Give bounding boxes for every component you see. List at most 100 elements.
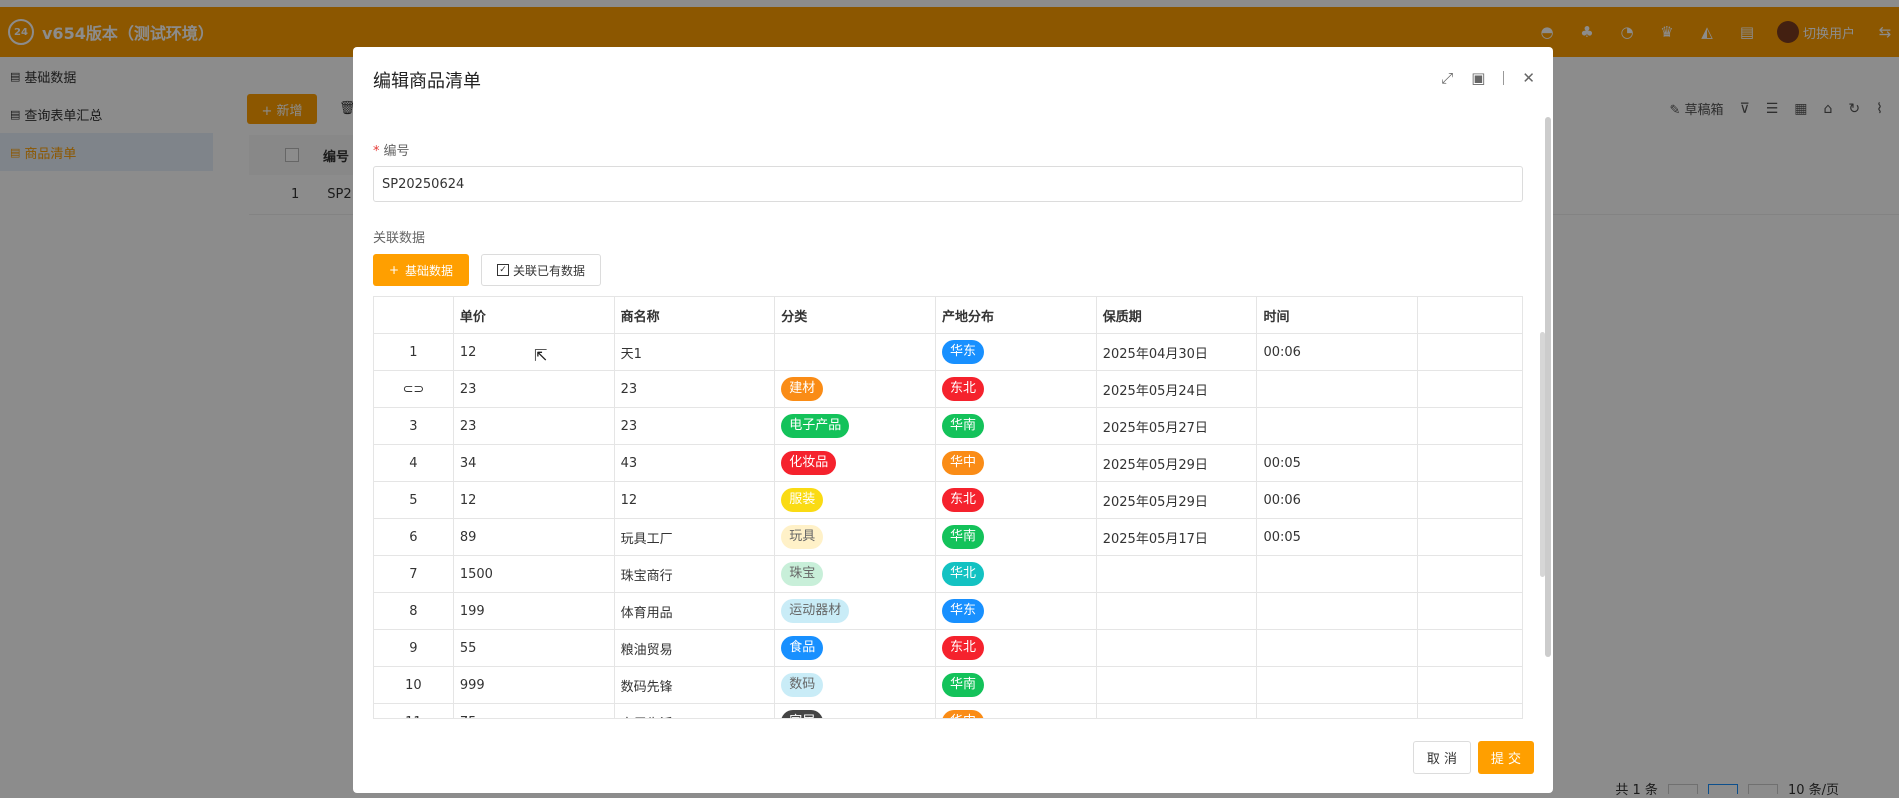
table-row[interactable]: 4 34 43 化妆品 华中 2025年05月29日 00:05	[374, 445, 1522, 482]
category-cell[interactable]: 家居	[775, 704, 937, 718]
name-cell[interactable]: 体育用品	[615, 593, 776, 629]
time-cell[interactable]: 00:05	[1257, 445, 1419, 481]
price-cell[interactable]: 34	[454, 445, 615, 481]
extra-cell[interactable]	[1418, 556, 1522, 592]
price-cell[interactable]: 55	[454, 630, 615, 666]
category-cell[interactable]: 运动器材	[775, 593, 937, 629]
row-index[interactable]: 4	[374, 445, 454, 481]
category-cell[interactable]: 化妆品	[775, 445, 937, 481]
time-cell[interactable]	[1257, 371, 1419, 407]
shelf-life-cell[interactable]	[1097, 704, 1258, 718]
row-index[interactable]: 5	[374, 482, 454, 518]
extra-cell[interactable]	[1418, 593, 1522, 629]
category-cell[interactable]: 食品	[775, 630, 937, 666]
time-cell[interactable]	[1257, 704, 1419, 718]
row-index[interactable]: 9	[374, 630, 454, 666]
region-cell[interactable]: 华中	[936, 704, 1097, 718]
table-row[interactable]: 7 1500 珠宝商行 珠宝 华北	[374, 556, 1522, 593]
category-cell[interactable]: 玩具	[775, 519, 937, 555]
shelf-life-cell[interactable]: 2025年05月24日	[1097, 371, 1258, 407]
price-cell[interactable]: 1500	[454, 556, 615, 592]
category-cell[interactable]: 电子产品	[775, 408, 937, 444]
link-existing-data-button[interactable]: ✓ 关联已有数据	[481, 254, 601, 286]
region-cell[interactable]: 华东	[936, 593, 1097, 629]
region-cell[interactable]: 华南	[936, 408, 1097, 444]
close-icon[interactable]: ✕	[1522, 69, 1535, 87]
price-cell[interactable]: 12	[454, 482, 615, 518]
row-index[interactable]: ⊂⊃	[374, 371, 454, 407]
price-cell[interactable]: 89	[454, 519, 615, 555]
name-cell[interactable]: 家居生活	[615, 704, 776, 718]
category-cell[interactable]: 数码	[775, 667, 937, 703]
region-cell[interactable]: 华东	[936, 334, 1097, 370]
shelf-life-cell[interactable]	[1097, 667, 1258, 703]
price-cell[interactable]: 75	[454, 704, 615, 718]
extra-cell[interactable]	[1418, 371, 1522, 407]
time-cell[interactable]: 00:06	[1257, 334, 1419, 370]
region-cell[interactable]: 东北	[936, 371, 1097, 407]
time-cell[interactable]: 00:06	[1257, 482, 1419, 518]
region-cell[interactable]: 华南	[936, 519, 1097, 555]
row-index[interactable]: 1	[374, 334, 454, 370]
name-cell[interactable]: 玩具工厂	[615, 519, 776, 555]
name-cell[interactable]: 粮油贸易	[615, 630, 776, 666]
price-cell[interactable]: 23	[454, 408, 615, 444]
category-cell[interactable]	[775, 334, 937, 370]
row-index[interactable]: 11	[374, 704, 454, 718]
code-input[interactable]	[373, 166, 1523, 202]
region-cell[interactable]: 东北	[936, 482, 1097, 518]
extra-cell[interactable]	[1418, 408, 1522, 444]
row-index[interactable]: 10	[374, 667, 454, 703]
price-cell[interactable]: 199	[454, 593, 615, 629]
price-cell[interactable]: 23	[454, 371, 615, 407]
name-cell[interactable]: 23	[615, 371, 776, 407]
table-row[interactable]: 5 12 12 服装 东北 2025年05月29日 00:06	[374, 482, 1522, 519]
extra-cell[interactable]	[1418, 704, 1522, 718]
time-cell[interactable]	[1257, 556, 1419, 592]
time-cell[interactable]	[1257, 593, 1419, 629]
shelf-life-cell[interactable]: 2025年04月30日	[1097, 334, 1258, 370]
extra-cell[interactable]	[1418, 445, 1522, 481]
time-cell[interactable]	[1257, 667, 1419, 703]
category-cell[interactable]: 珠宝	[775, 556, 937, 592]
category-cell[interactable]: 服装	[775, 482, 937, 518]
name-cell[interactable]: 12	[615, 482, 776, 518]
table-row[interactable]: ⊂⊃ 23 23 建材 东北 2025年05月24日	[374, 371, 1522, 408]
category-cell[interactable]: 建材	[775, 371, 937, 407]
row-index[interactable]: 8	[374, 593, 454, 629]
region-cell[interactable]: 东北	[936, 630, 1097, 666]
table-row[interactable]: 1175家居生活家居 华中	[374, 704, 1522, 718]
row-index[interactable]: 3	[374, 408, 454, 444]
shelf-life-cell[interactable]: 2025年05月29日	[1097, 445, 1258, 481]
extra-cell[interactable]	[1418, 519, 1522, 555]
name-cell[interactable]: 43	[615, 445, 776, 481]
name-cell[interactable]: 天1	[615, 334, 776, 370]
shelf-life-cell[interactable]: 2025年05月29日	[1097, 482, 1258, 518]
extra-cell[interactable]	[1418, 334, 1522, 370]
extra-cell[interactable]	[1418, 630, 1522, 666]
table-row[interactable]: 6 89 玩具工厂 玩具 华南 2025年05月17日 00:05	[374, 519, 1522, 556]
shelf-life-cell[interactable]: 2025年05月27日	[1097, 408, 1258, 444]
submit-button[interactable]: 提 交	[1478, 741, 1534, 774]
region-cell[interactable]: 华北	[936, 556, 1097, 592]
extra-cell[interactable]	[1418, 667, 1522, 703]
time-cell[interactable]	[1257, 630, 1419, 666]
shelf-life-cell[interactable]	[1097, 556, 1258, 592]
fullscreen-icon[interactable]: ⤢	[1441, 69, 1453, 87]
region-cell[interactable]: 华南	[936, 667, 1097, 703]
time-cell[interactable]	[1257, 408, 1419, 444]
shelf-life-cell[interactable]	[1097, 630, 1258, 666]
add-base-data-button[interactable]: + 基础数据	[373, 254, 469, 286]
dialog-scrollbar[interactable]	[1545, 117, 1551, 657]
price-cell[interactable]: 999	[454, 667, 615, 703]
table-row[interactable]: 10 999 数码先锋 数码 华南	[374, 667, 1522, 704]
row-index[interactable]: 6	[374, 519, 454, 555]
table-row[interactable]: 9 55 粮油贸易 食品 东北	[374, 630, 1522, 667]
table-row[interactable]: 3 23 23 电子产品 华南 2025年05月27日	[374, 408, 1522, 445]
shelf-life-cell[interactable]: 2025年05月17日	[1097, 519, 1258, 555]
row-index[interactable]: 7	[374, 556, 454, 592]
cancel-button[interactable]: 取 消	[1413, 741, 1471, 774]
table-row[interactable]: 8 199 体育用品 运动器材 华东	[374, 593, 1522, 630]
region-cell[interactable]: 华中	[936, 445, 1097, 481]
shelf-life-cell[interactable]	[1097, 593, 1258, 629]
